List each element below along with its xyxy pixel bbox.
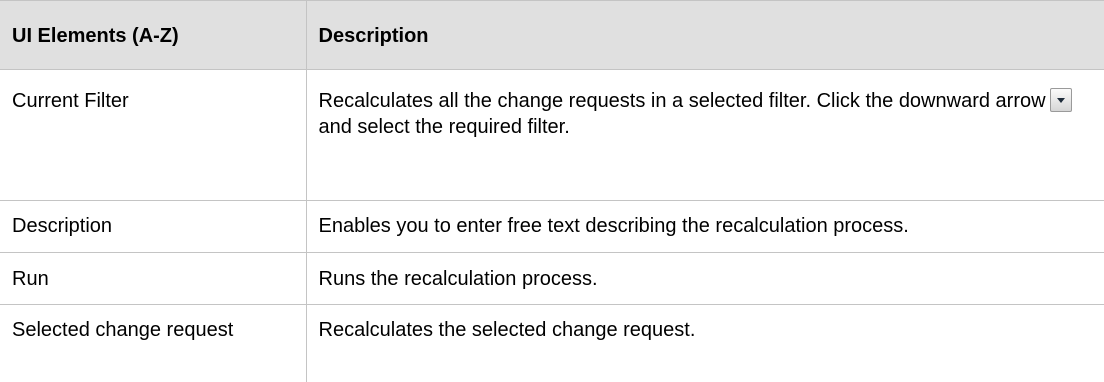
table-row: Description Enables you to enter free te… <box>0 200 1104 253</box>
table-row: Selected change request Recalculates the… <box>0 304 1104 382</box>
ui-element-name: Selected change request <box>0 304 307 382</box>
table-row: Run Runs the recalculation process. <box>0 252 1104 305</box>
ui-element-description: Recalculates the selected change request… <box>305 304 1104 382</box>
ui-element-description: Runs the recalculation process. <box>305 252 1104 305</box>
description-text-continued: and select the required filter. <box>318 116 570 138</box>
column-header-description: Description <box>305 0 1104 70</box>
table-row: Current Filter Recalculates all the chan… <box>0 69 1104 201</box>
ui-element-description: Recalculates all the change requests in … <box>305 69 1104 201</box>
description-text: Recalculates all the change requests in … <box>318 90 1046 112</box>
ui-element-name: Current Filter <box>0 69 307 201</box>
dropdown-arrow-icon <box>1049 88 1072 112</box>
ui-element-name: Run <box>0 252 307 305</box>
ui-elements-table: UI Elements (A-Z) Description Current Fi… <box>0 0 1104 382</box>
column-header-ui-elements: UI Elements (A-Z) <box>0 0 307 70</box>
ui-element-description: Enables you to enter free text describin… <box>305 200 1104 253</box>
table-header-row: UI Elements (A-Z) Description <box>0 0 1104 70</box>
ui-element-name: Description <box>0 200 307 253</box>
